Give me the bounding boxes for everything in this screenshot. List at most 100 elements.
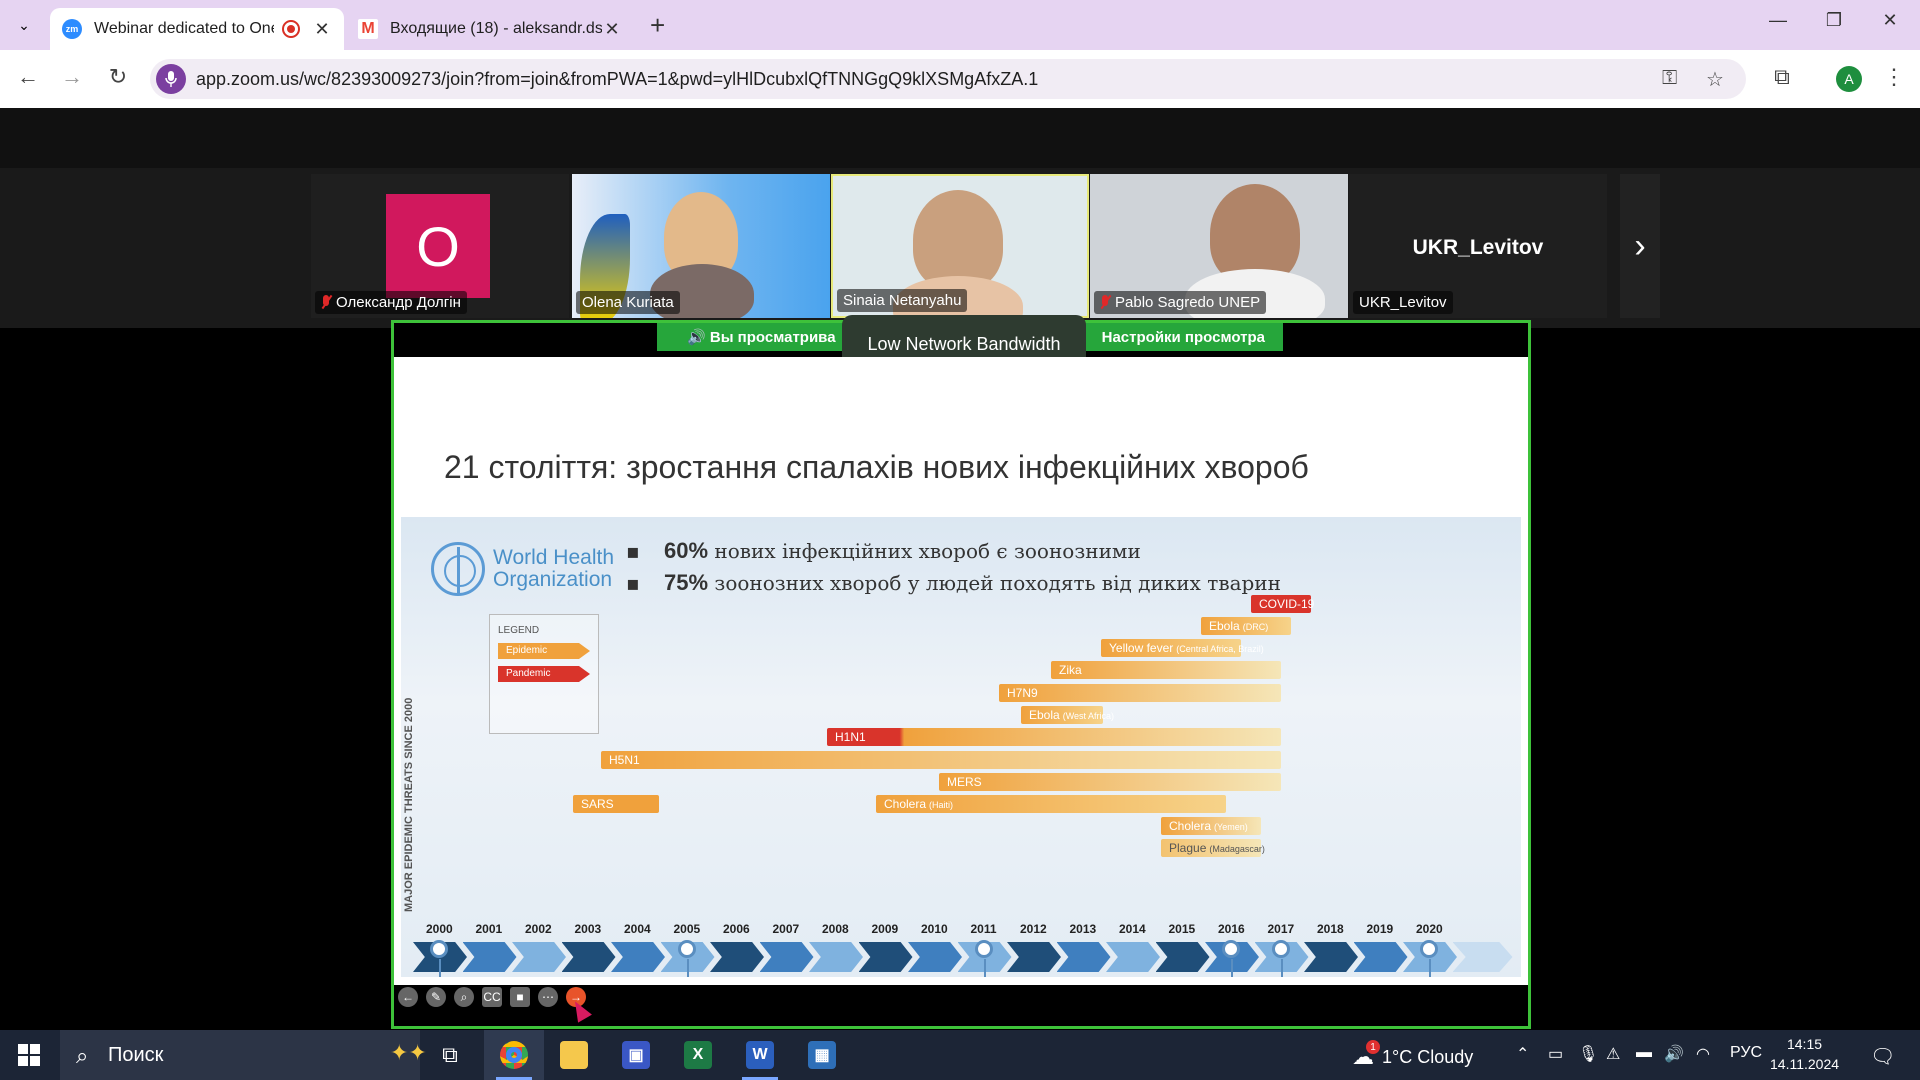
- password-key-icon[interactable]: ⚿: [1662, 67, 1677, 90]
- who-name-line2: Organization: [493, 568, 613, 591]
- show-hidden-icons-chevron-icon[interactable]: ⌃: [1516, 1044, 1529, 1064]
- battery-icon[interactable]: ▬: [1636, 1044, 1652, 1062]
- zoom-favicon-icon: zm: [62, 19, 82, 39]
- bullet-item: 60% нових інфекційних хвороб є зоонозним…: [626, 535, 1306, 567]
- vertical-axis-label: MAJOR EPIDEMIC THREATS SINCE 2000: [403, 697, 415, 912]
- year-label: 2002: [525, 922, 552, 936]
- new-tab-button[interactable]: +: [650, 10, 665, 41]
- notifications-icon[interactable]: 🗨: [1870, 1044, 1895, 1069]
- restore-window-button[interactable]: ❐: [1814, 10, 1854, 31]
- participant-name: Olena Kuriata: [582, 294, 674, 311]
- system-clock[interactable]: 14:15 14.11.2024: [1770, 1034, 1839, 1074]
- forward-button[interactable]: →: [56, 64, 88, 90]
- outbreak-bar: Ebola (DRC): [1201, 617, 1291, 635]
- excel-icon[interactable]: X: [668, 1030, 728, 1080]
- save-disk-icon[interactable]: ▣: [606, 1030, 666, 1080]
- chrome-taskbar-icon[interactable]: [484, 1030, 544, 1080]
- minimize-window-button[interactable]: —: [1758, 10, 1798, 31]
- next-participants-button[interactable]: ›: [1620, 174, 1660, 318]
- profile-avatar[interactable]: A: [1836, 66, 1862, 92]
- participant-tile[interactable]: Olena Kuriata: [572, 174, 830, 318]
- windows-start-icon[interactable]: [18, 1044, 40, 1066]
- year-label: 2014: [1119, 922, 1146, 936]
- pen-icon[interactable]: ✎: [426, 987, 446, 1007]
- file-explorer-icon[interactable]: [544, 1030, 604, 1080]
- meeting-top-bar: [0, 108, 1920, 168]
- back-button[interactable]: ←: [12, 64, 44, 90]
- share-viewing-label: 🔊 Вы просматрива: [687, 329, 836, 346]
- weather-widget[interactable]: ☁ 1 1°C Cloudy: [1352, 1040, 1473, 1070]
- microphone-tray-icon[interactable]: 🎙: [1578, 1044, 1598, 1064]
- year-label: 2008: [822, 922, 849, 936]
- tab-search-button[interactable]: ⌄: [8, 10, 40, 40]
- chevron-down-icon: ⌄: [18, 16, 30, 33]
- legend-title: LEGEND: [498, 625, 540, 636]
- task-view-icon[interactable]: ⧉: [420, 1030, 480, 1080]
- meet-now-icon[interactable]: ▭: [1548, 1044, 1563, 1064]
- extensions-icon[interactable]: ⧉: [1766, 64, 1798, 90]
- captions-icon[interactable]: CC: [482, 987, 502, 1007]
- address-bar[interactable]: app.zoom.us/wc/82393009273/join?from=joi…: [150, 59, 1746, 99]
- calculator-icon[interactable]: ▦: [792, 1030, 852, 1080]
- bookmark-star-icon[interactable]: ☆: [1706, 67, 1724, 92]
- previous-slide-icon[interactable]: ←: [398, 987, 418, 1007]
- more-options-icon[interactable]: ⋯: [538, 987, 558, 1007]
- search-icon: ⌕: [76, 1043, 89, 1068]
- view-options-button[interactable]: Настройки просмотра: [1102, 329, 1265, 346]
- timeline-chevron: [759, 942, 814, 972]
- presentation-slide: 21 століття: зростання спалахів нових ін…: [394, 357, 1528, 985]
- participant-tile[interactable]: UKR_Levitov UKR_Levitov: [1349, 174, 1607, 318]
- wifi-icon[interactable]: ◠: [1696, 1044, 1710, 1064]
- tab-zoom-webinar[interactable]: zm Webinar dedicated to One H ✕: [50, 8, 344, 50]
- timeline-chevron: [1353, 942, 1408, 972]
- zoom-meeting: O Олександр Долгін Olena Kuriata Sinaia …: [0, 108, 1920, 1030]
- outbreak-bar: COVID-19: [1251, 595, 1314, 613]
- timeline-chevron: [462, 942, 517, 972]
- mic-muted-icon: [321, 295, 331, 310]
- participant-name-bar: Pablo Sagredo UNEP: [1094, 291, 1267, 314]
- year-label: 2004: [624, 922, 651, 936]
- outbreak-bar: SARS: [573, 795, 659, 813]
- participant-name-bar: Олександр Долгін: [315, 291, 467, 314]
- outbreak-bar: Yellow fever (Central Africa, Brazil): [1101, 639, 1264, 657]
- year-label: 2010: [921, 922, 948, 936]
- mic-muted-icon: [1100, 295, 1110, 310]
- participant-name-bar: UKR_Levitov: [1353, 291, 1453, 314]
- timeline-chevron: [908, 942, 962, 972]
- cloud-icon: ☁ 1: [1352, 1040, 1380, 1070]
- reload-button[interactable]: ↻: [102, 64, 134, 90]
- timeline-chevron: [1452, 942, 1513, 972]
- tab-title: Входящие (18) - aleksandr.ds8@: [390, 20, 602, 37]
- weather-badge: 1: [1366, 1040, 1380, 1054]
- volume-icon[interactable]: 🔊: [1664, 1044, 1684, 1064]
- participant-display-name: UKR_Levitov: [1412, 236, 1544, 259]
- year-label: 2005: [673, 922, 701, 936]
- timeline-pin-icon: [677, 940, 696, 977]
- zoom-slide-icon[interactable]: ⌕: [454, 987, 474, 1007]
- participant-tile[interactable]: Pablo Sagredo UNEP: [1090, 174, 1348, 318]
- close-window-button[interactable]: ✕: [1870, 10, 1910, 31]
- slide-bullets: 60% нових інфекційних хвороб є зоонозним…: [626, 535, 1306, 599]
- close-tab-icon[interactable]: ✕: [312, 19, 332, 40]
- tab-gmail[interactable]: M Входящие (18) - aleksandr.ds8@ ✕: [346, 8, 634, 50]
- timeline-chevron: [1155, 942, 1210, 972]
- year-label: 2006: [723, 922, 750, 936]
- microphone-icon[interactable]: [156, 64, 186, 94]
- timeline-chevron: [611, 942, 665, 972]
- outbreak-bar: Ebola (West Africa): [1021, 706, 1114, 724]
- participant-tile[interactable]: O Олександр Долгін: [311, 174, 569, 318]
- outbreak-bar: H1N1: [827, 728, 1281, 746]
- who-globe-icon: [431, 542, 485, 596]
- timeline-chevron: [1007, 942, 1061, 972]
- security-tray-icon[interactable]: ⚠: [1606, 1044, 1620, 1064]
- camera-icon[interactable]: ■: [510, 987, 530, 1007]
- year-label: 2011: [970, 922, 997, 936]
- outbreak-bar: H5N1: [601, 751, 1281, 769]
- word-icon[interactable]: W: [730, 1030, 790, 1080]
- browser-menu-icon[interactable]: ⋮: [1878, 64, 1910, 90]
- close-tab-icon[interactable]: ✕: [602, 19, 622, 40]
- language-indicator[interactable]: РУС: [1730, 1044, 1762, 1062]
- participant-tile[interactable]: Sinaia Netanyahu: [831, 174, 1089, 318]
- taskbar-search-box[interactable]: ⌕ Поиск ✦✦: [60, 1030, 427, 1080]
- timeline-chevron: [1106, 942, 1160, 972]
